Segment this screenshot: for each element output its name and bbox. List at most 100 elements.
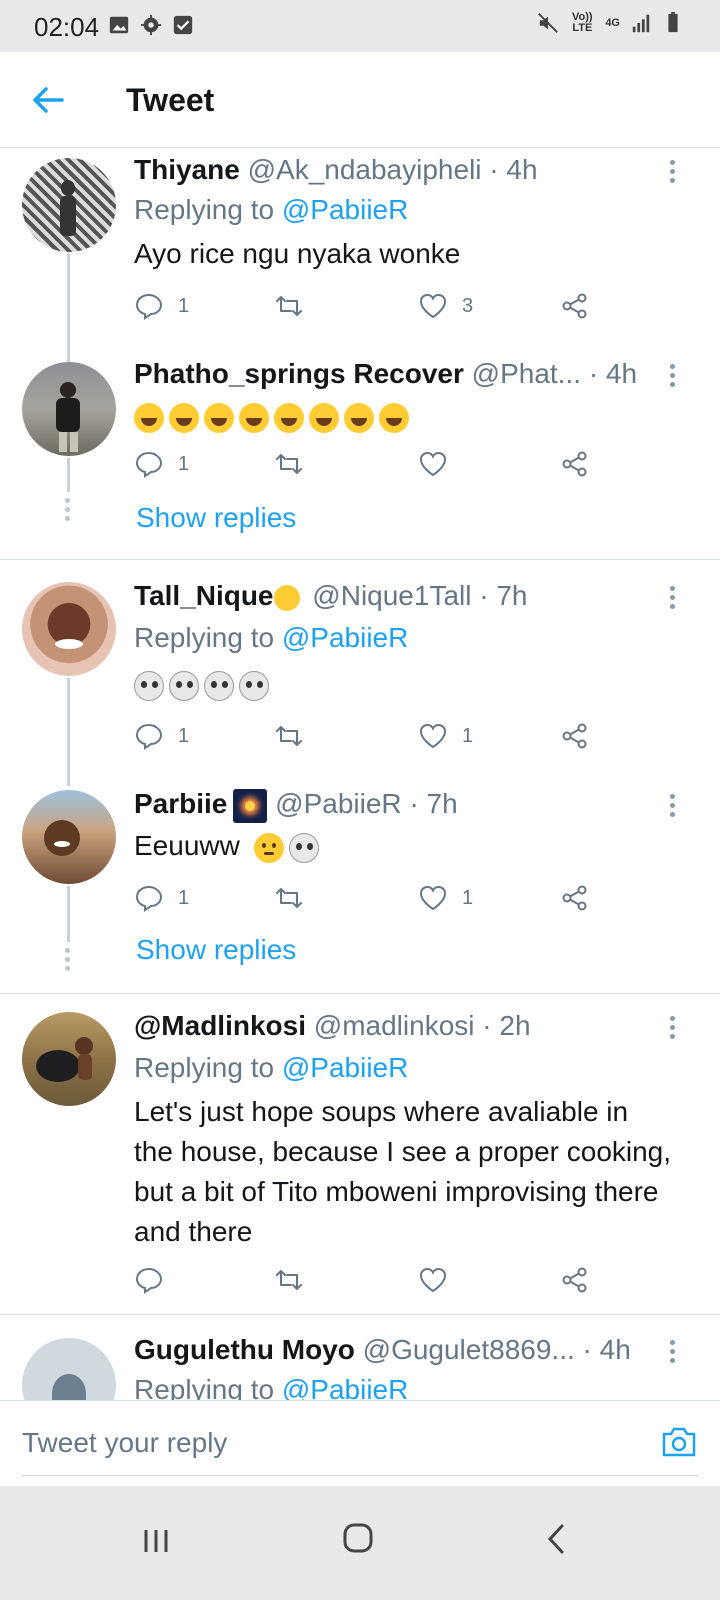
user-handle[interactable]: @Phat...: [472, 358, 581, 389]
page-title: Tweet: [126, 82, 215, 118]
tweet-item[interactable]: Tall_Nique @Nique1Tall · 7h Replying to …: [0, 580, 720, 790]
display-name[interactable]: @Madlinkosi: [134, 1010, 306, 1041]
display-name[interactable]: Thiyane: [134, 154, 240, 185]
laughing-emoji-icon: [239, 402, 269, 433]
more-options-icon[interactable]: [670, 794, 676, 821]
home-icon[interactable]: [342, 1522, 374, 1554]
reply-button[interactable]: 1: [134, 716, 189, 756]
more-options-icon[interactable]: [670, 364, 676, 391]
share-button[interactable]: [560, 1260, 590, 1300]
replying-to: Replying to @PabiieR: [134, 622, 408, 654]
tweet-emoji: [134, 664, 694, 704]
reply-input[interactable]: Tweet your reply: [22, 1427, 227, 1459]
user-handle[interactable]: @PabiieR: [275, 788, 401, 819]
skull-emoji-icon: [204, 670, 234, 701]
avatar[interactable]: [22, 1012, 116, 1106]
thread-separator: [0, 1314, 720, 1315]
share-button[interactable]: [560, 716, 590, 756]
replying-label: Replying to: [134, 622, 275, 653]
avatar[interactable]: [22, 158, 116, 252]
more-options-icon[interactable]: [670, 160, 676, 187]
replying-label: Replying to: [134, 1052, 275, 1083]
settings-icon: [140, 14, 162, 36]
share-button[interactable]: [560, 878, 590, 918]
retweet-button[interactable]: [274, 286, 318, 326]
person-silhouette-icon: [60, 180, 76, 236]
display-name[interactable]: Parbiie: [134, 788, 227, 819]
nav-back-icon[interactable]: [544, 1522, 568, 1556]
tweet-time: · 7h: [479, 580, 528, 611]
tweet-time: · 4h: [582, 1334, 631, 1365]
tweet-item[interactable]: Thiyane @Ak_ndabayipheli · 4h Replying t…: [0, 148, 720, 394]
avatar[interactable]: [22, 790, 116, 884]
retweet-button[interactable]: [274, 444, 318, 484]
like-count: 3: [462, 294, 474, 317]
like-button[interactable]: 1: [418, 878, 473, 918]
avatar[interactable]: [22, 362, 116, 456]
thread-line: [67, 678, 70, 786]
heart-icon: [419, 293, 447, 319]
skull-emoji-icon: [239, 670, 269, 701]
display-name[interactable]: Gugulethu Moyo: [134, 1334, 355, 1365]
user-handle[interactable]: @Gugulet8869...: [363, 1334, 575, 1365]
reply-button[interactable]: 1: [134, 878, 189, 918]
reply-button[interactable]: 1: [134, 444, 189, 484]
more-options-icon[interactable]: [670, 586, 676, 613]
tweet-item[interactable]: Phatho_springs Recover @Phat... · 4h 1 S…: [0, 358, 720, 558]
more-options-icon[interactable]: [670, 1340, 676, 1367]
replying-mention[interactable]: @PabiieR: [282, 194, 408, 225]
show-replies-link[interactable]: Show replies: [136, 502, 296, 534]
like-button[interactable]: 1: [418, 716, 473, 756]
share-button[interactable]: [560, 286, 590, 326]
volte-indicator: Vo)) LTE: [572, 11, 593, 34]
share-icon: [562, 885, 587, 911]
reply-count: 1: [178, 724, 190, 747]
status-system-icons: Vo)) LTE 4G: [537, 12, 684, 34]
more-options-icon[interactable]: [670, 1016, 676, 1043]
thread-separator: [0, 559, 720, 560]
reply-feed[interactable]: Thiyane @Ak_ndabayipheli · 4h Replying t…: [0, 148, 720, 1424]
like-button[interactable]: 3: [418, 286, 473, 326]
reply-composer: Tweet your reply: [0, 1400, 720, 1486]
retweet-button[interactable]: [274, 1260, 318, 1300]
reply-button[interactable]: [134, 1260, 178, 1300]
laughing-emoji-icon: [134, 402, 164, 433]
retweet-icon: [276, 726, 302, 746]
tweet-actions: 1: [134, 444, 604, 484]
retweet-button[interactable]: [274, 716, 318, 756]
display-name[interactable]: Tall_Nique: [134, 580, 274, 611]
like-button[interactable]: [418, 1260, 462, 1300]
user-handle[interactable]: @Nique1Tall: [312, 580, 471, 611]
status-time: 02:04: [34, 12, 100, 42]
tweet-text-row: Eeuuww: [134, 826, 694, 866]
tweet-header: Tall_Nique @Nique1Tall · 7h: [134, 580, 660, 612]
share-button[interactable]: [560, 444, 590, 484]
mute-icon: [538, 13, 559, 33]
retweet-button[interactable]: [274, 878, 318, 918]
replying-mention[interactable]: @PabiieR: [282, 622, 408, 653]
tweet-text: Let's just hope soups where avaliable in…: [134, 1096, 672, 1247]
network-type: 4G: [605, 16, 620, 29]
display-name[interactable]: Phatho_springs Recover: [134, 358, 464, 389]
replying-mention[interactable]: @PabiieR: [282, 1052, 408, 1083]
like-button[interactable]: [418, 444, 462, 484]
reply-button[interactable]: 1: [134, 286, 189, 326]
battery-icon: [668, 12, 678, 33]
signal-icon: [632, 14, 650, 33]
user-handle[interactable]: @Ak_ndabayipheli: [248, 154, 482, 185]
tweet-emoji: [134, 396, 694, 436]
tweet-item[interactable]: Parbiie @PabiieR · 7h Eeuuww 1 1 Show re…: [0, 788, 720, 998]
reply-count: 1: [178, 294, 190, 317]
camera-icon[interactable]: [658, 1421, 700, 1463]
back-arrow-icon[interactable]: [28, 80, 68, 120]
skull-emoji-icon: [169, 670, 199, 701]
thread-dots: [65, 948, 71, 975]
avatar[interactable]: [22, 582, 116, 676]
tweet-time: · 4h: [588, 358, 638, 389]
share-icon: [562, 723, 587, 749]
recent-apps-icon[interactable]: [142, 1526, 172, 1556]
user-handle[interactable]: @madlinkosi: [314, 1010, 475, 1041]
tweet-time: · 4h: [489, 154, 538, 185]
show-replies-link[interactable]: Show replies: [136, 934, 296, 966]
tweet-item[interactable]: @Madlinkosi @madlinkosi · 2h Replying to…: [0, 1008, 720, 1308]
